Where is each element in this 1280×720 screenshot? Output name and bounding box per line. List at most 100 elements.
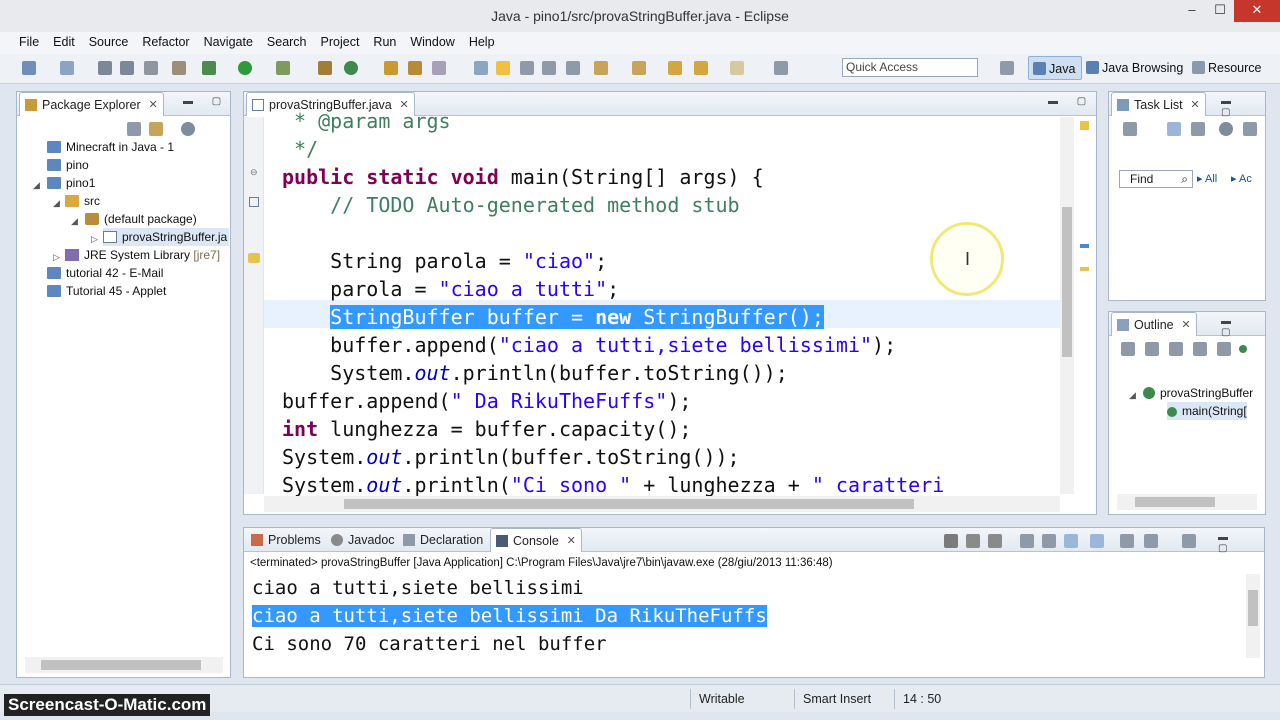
scroll-lock-icon[interactable] [1042,534,1056,548]
menu-file[interactable]: File [12,32,46,54]
tree-item-minecraft[interactable]: Minecraft in Java - 1 [47,138,174,156]
next-annotation-icon[interactable] [594,61,608,75]
scroll-thumb[interactable] [41,660,201,670]
tree-item-jre-library[interactable]: JRE System Library [jre7] [65,246,220,264]
skip-breakpoints-icon[interactable] [172,61,186,75]
save-icon[interactable] [98,61,112,75]
minimize-maximize-icon[interactable]: ▬ ▢ [1218,532,1264,554]
perspective-java[interactable]: Java [1028,56,1083,80]
collapse-arrow-icon[interactable]: ▷ [53,252,60,263]
task-filter-activate[interactable]: ▸ Ac [1231,172,1252,185]
code-text[interactable]: * @param args */ public static void main… [282,107,944,499]
menu-run[interactable]: Run [366,32,403,54]
task-find-input[interactable]: Find ⌕ [1119,170,1193,188]
last-edit-icon[interactable] [668,61,682,75]
tab-console[interactable]: Console ✕ [490,528,582,552]
link-with-editor-icon[interactable] [149,122,163,136]
tab-outline[interactable]: Outline ✕ [1111,312,1197,336]
menu-help[interactable]: Help [462,32,502,54]
scroll-thumb[interactable] [344,499,914,509]
search-icon[interactable] [432,61,446,75]
tree-item-pino[interactable]: pino [47,156,89,174]
new-task-icon[interactable] [1123,122,1137,136]
maximize-button[interactable]: ☐ [1206,0,1234,22]
new-icon[interactable] [22,61,36,75]
new-java-project-icon[interactable] [318,61,332,75]
collapse-all-icon[interactable] [1243,122,1257,136]
view-menu-icon[interactable] [181,122,195,136]
tree-item-provastringbuffer[interactable]: provaStringBuffer.ja [103,228,230,246]
hide-fields-icon[interactable] [1145,342,1159,356]
tree-item-default-package[interactable]: (default package) [85,210,197,228]
tree-item-tutorial42[interactable]: tutorial 42 - E-Mail [47,264,163,282]
word-wrap-icon[interactable] [1064,534,1078,548]
occurrence-marker-icon[interactable] [1080,244,1089,248]
tree-item-pino1[interactable]: pino1 [47,174,95,192]
remove-all-icon[interactable] [988,534,1002,548]
block-selection-icon[interactable] [542,61,556,75]
word-wrap-icon[interactable] [520,61,534,75]
close-icon[interactable]: ✕ [1181,313,1190,337]
terminate-icon[interactable] [944,534,958,548]
expand-arrow-icon[interactable]: ◢ [1129,390,1136,401]
open-task-icon[interactable] [408,61,422,75]
package-explorer-hscroll[interactable] [25,657,223,673]
scroll-thumb[interactable] [1135,497,1215,507]
focus-icon[interactable] [1219,122,1233,136]
minimize-maximize-icon[interactable]: ▬ ▢ [183,96,229,107]
fold-icon[interactable]: ⊖ [250,167,258,178]
collapse-all-icon[interactable] [127,122,141,136]
scheduled-icon[interactable] [1191,122,1205,136]
categorized-icon[interactable] [1167,122,1181,136]
hide-local-types-icon[interactable] [1217,342,1231,356]
new-class-icon[interactable] [344,61,358,75]
close-button[interactable]: ✕ [1234,0,1280,22]
pin-console-icon[interactable] [1120,534,1134,548]
collapse-arrow-icon[interactable]: ▷ [91,234,98,245]
external-tools-icon[interactable] [276,61,290,75]
highlight-icon[interactable] [496,61,510,75]
menu-search[interactable]: Search [260,32,314,54]
open-console-icon[interactable] [1182,534,1196,548]
quick-access-input[interactable]: Quick Access [842,58,978,77]
console-output[interactable]: ciao a tutti,siete bellissimi ciao a tut… [252,574,767,658]
outline-hscroll[interactable] [1117,494,1257,510]
open-type-icon[interactable] [384,61,398,75]
close-icon[interactable]: ✕ [567,529,576,553]
code-editor[interactable]: provaStringBuffer.java ✕ ▬ ▢ ⊖ * @param … [243,91,1097,515]
save-all-icon[interactable] [120,61,134,75]
tree-item-tutorial45[interactable]: Tutorial 45 - Applet [47,282,166,300]
sort-icon[interactable] [1121,342,1135,356]
task-filter-all[interactable]: ▸ All [1197,172,1217,185]
pin-editor-icon[interactable] [774,61,788,75]
menu-source[interactable]: Source [82,32,136,54]
editor-vscroll[interactable] [1060,117,1074,494]
back-icon[interactable] [694,61,708,75]
expand-arrow-icon[interactable]: ◢ [71,216,78,227]
debug-icon[interactable] [202,61,216,75]
menu-navigate[interactable]: Navigate [197,32,260,54]
menu-window[interactable]: Window [403,32,461,54]
show-whitespace-icon[interactable] [566,61,580,75]
remove-launch-icon[interactable] [966,534,980,548]
minimize-maximize-icon[interactable]: ▬ ▢ [1048,96,1094,107]
toggle-mark-occurrences-icon[interactable] [474,61,488,75]
expand-arrow-icon[interactable]: ◢ [33,180,40,191]
public-member-icon[interactable] [1239,345,1247,353]
show-on-output-icon[interactable] [1090,534,1104,548]
console-vscroll[interactable] [1246,574,1260,658]
tab-package-explorer[interactable]: Package Explorer ✕ [19,92,164,116]
prev-annotation-icon[interactable] [632,61,646,75]
scroll-thumb[interactable] [1248,590,1258,626]
expand-arrow-icon[interactable]: ◢ [53,198,60,209]
menu-project[interactable]: Project [314,32,367,54]
print-icon[interactable] [144,61,158,75]
warning-marker-icon[interactable] [1080,267,1089,271]
new-package-icon[interactable] [60,61,74,75]
warning-marker-icon[interactable] [1080,121,1089,130]
display-console-icon[interactable] [1144,534,1158,548]
tab-task-list[interactable]: Task List ✕ [1111,92,1206,116]
editor-hscroll[interactable] [264,496,1060,512]
run-icon[interactable] [238,61,252,75]
perspective-java-browsing[interactable]: Java Browsing [1082,56,1183,80]
